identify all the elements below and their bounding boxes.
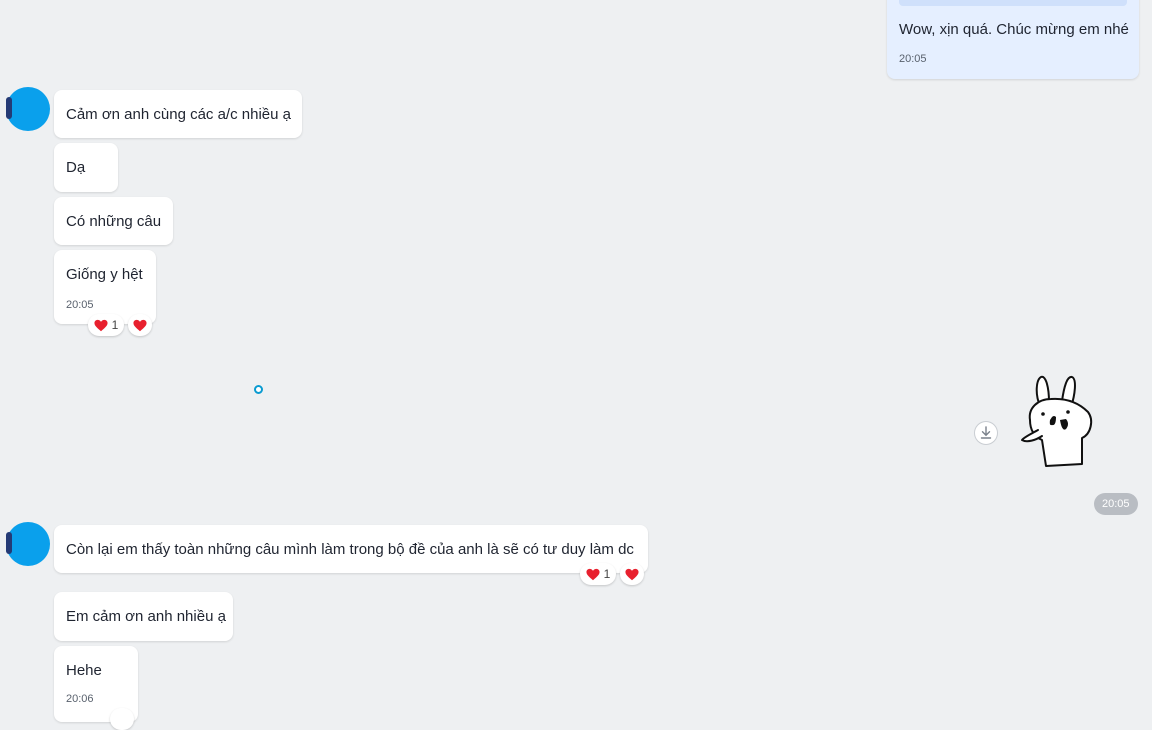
message-time: 20:05 (66, 299, 94, 311)
message-text: Còn lại em thấy toàn những câu mình làm … (66, 541, 634, 558)
reaction-count: 1 (603, 567, 611, 581)
message-text: Giống y hệt (66, 266, 143, 283)
quoted-reply-bar[interactable] (899, 0, 1127, 6)
message-text: Dạ (66, 159, 86, 176)
avatar[interactable] (6, 522, 50, 566)
react-button[interactable] (620, 563, 644, 585)
message-text: Wow, xịn quá. Chúc mừng em nhé (899, 21, 1129, 38)
message-bubble[interactable]: Giống y hệt 20:05 (54, 250, 156, 324)
react-button[interactable] (128, 314, 152, 336)
download-icon (980, 426, 992, 439)
message-bubble[interactable]: Còn lại em thấy toàn những câu mình làm … (54, 525, 648, 573)
message-bubble[interactable]: Em cảm ơn anh nhiều ạ (54, 592, 233, 641)
avatar[interactable] (6, 87, 50, 131)
react-button[interactable] (110, 708, 134, 730)
message-text: Có những câu (66, 213, 162, 230)
heart-icon (94, 319, 108, 331)
rabbit-sticker[interactable] (1018, 374, 1098, 469)
message-bubble[interactable]: Dạ (54, 143, 118, 192)
message-bubble[interactable]: Cảm ơn anh cùng các a/c nhiều ạ (54, 90, 302, 138)
message-time: 20:05 (899, 53, 927, 65)
heart-icon (625, 568, 639, 580)
heart-icon (586, 568, 600, 580)
reaction-count-badge[interactable]: 1 (88, 314, 124, 336)
cursor-icon (254, 385, 263, 394)
message-time: 20:06 (66, 693, 94, 705)
message-text: Em cảm ơn anh nhiều ạ (66, 608, 226, 625)
message-text: Hehe (66, 662, 102, 679)
reaction-count: 1 (111, 318, 119, 332)
download-button[interactable] (975, 422, 997, 444)
reaction-count-badge[interactable]: 1 (580, 563, 616, 585)
message-bubble[interactable]: Có những câu (54, 197, 173, 245)
sticker-time: 20:05 (1094, 493, 1138, 515)
my-message-bubble[interactable]: Wow, xịn quá. Chúc mừng em nhé 20:05 (887, 0, 1139, 79)
message-text: Cảm ơn anh cùng các a/c nhiều ạ (66, 106, 291, 123)
heart-icon (133, 319, 147, 331)
